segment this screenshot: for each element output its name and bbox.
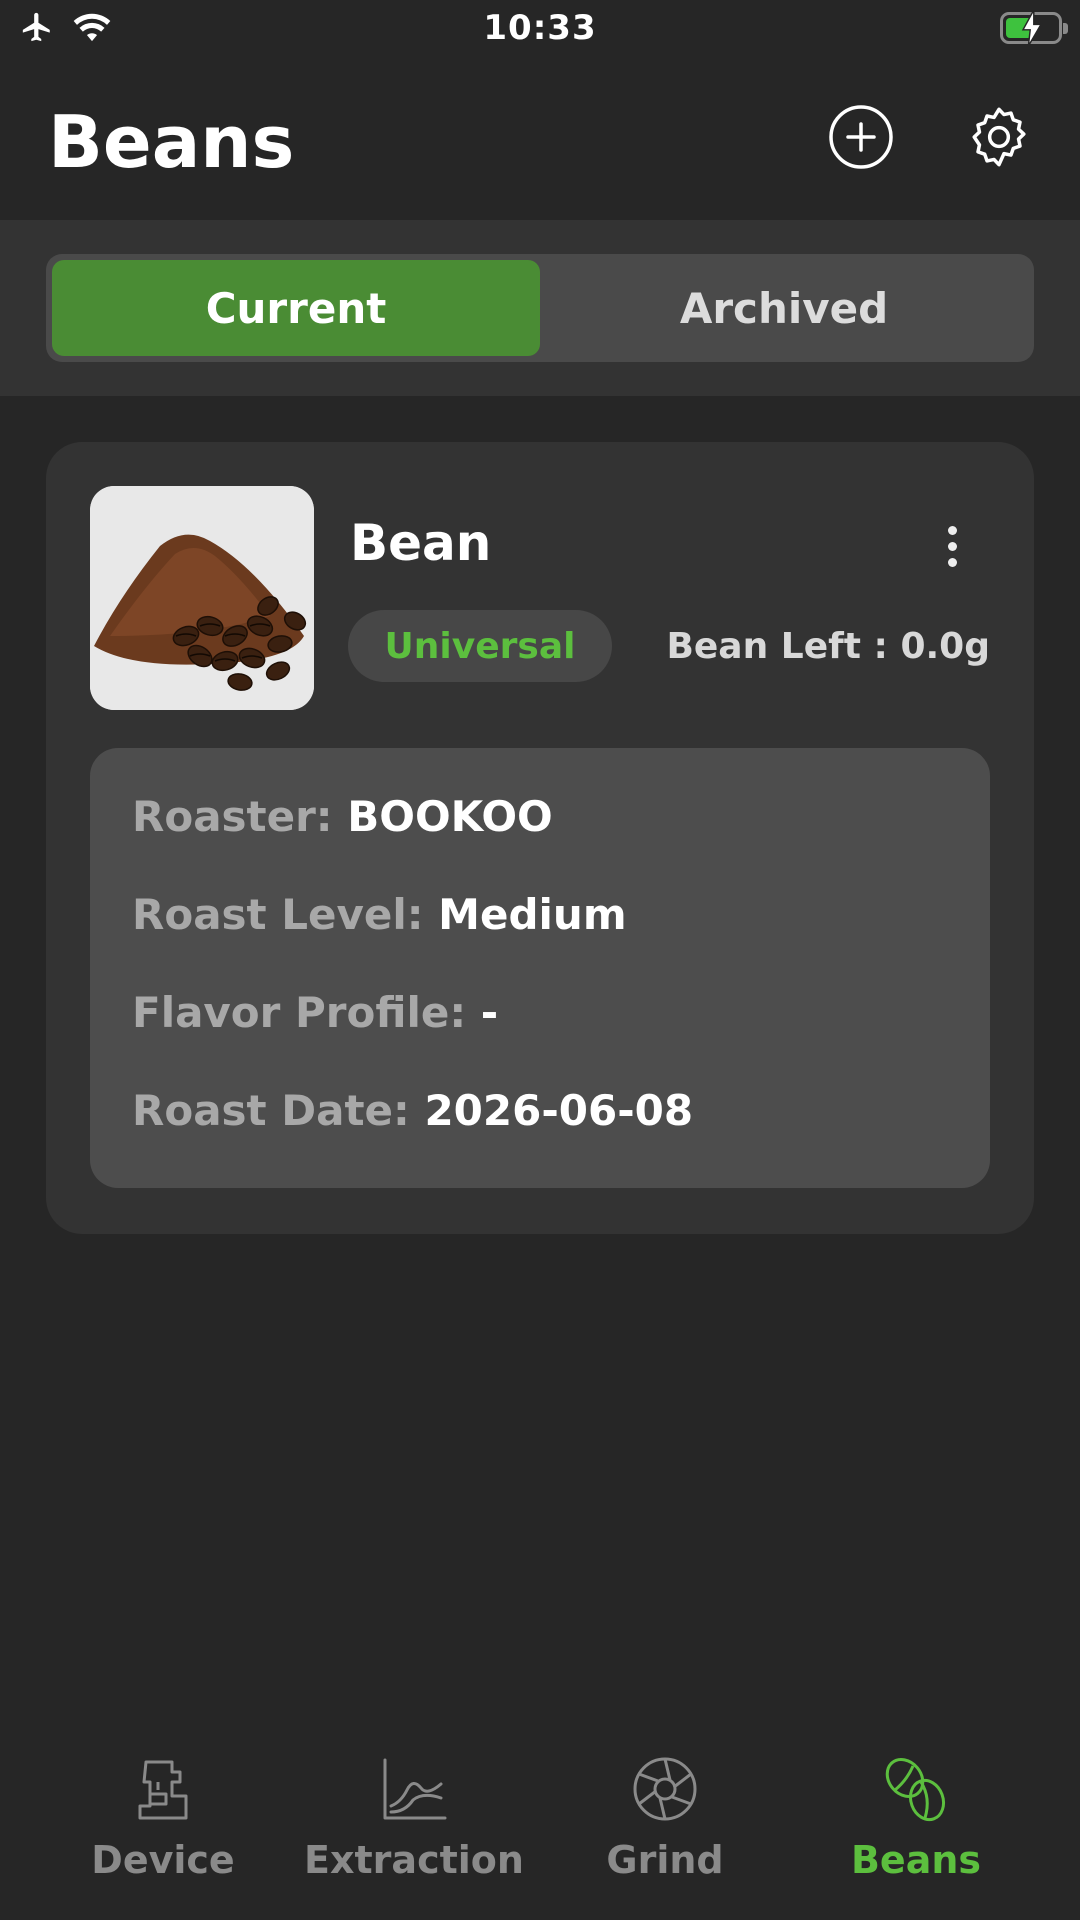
nav-label: Beans <box>850 1838 982 1882</box>
detail-value: BOOKOO <box>347 792 553 841</box>
aperture-icon <box>633 1757 697 1821</box>
tab-current[interactable]: Current <box>52 260 540 356</box>
bean-name: Bean <box>350 514 492 572</box>
bean-card[interactable]: Bean Universal Bean Left : 0.0g Roaster:… <box>46 442 1034 1234</box>
detail-row-flavor-profile: Flavor Profile: - <box>132 988 498 1037</box>
nav-label: Device <box>91 1838 235 1882</box>
detail-row-roaster: Roaster: BOOKOO <box>132 792 553 841</box>
tab-archived[interactable]: Archived <box>540 260 1028 356</box>
detail-key: Flavor Profile: <box>132 988 467 1037</box>
coffee-beans-icon <box>885 1758 946 1822</box>
bean-details-panel: Roaster: BOOKOO Roast Level: Medium Flav… <box>90 748 990 1188</box>
segment-bar: Current Archived <box>0 220 1080 396</box>
status-bar: 10:33 <box>0 0 1080 60</box>
nav-label: Extraction <box>304 1838 524 1882</box>
battery-charging-icon <box>1000 10 1068 46</box>
settings-button[interactable] <box>964 102 1034 172</box>
beans-screen: 10:33 Beans Current Archived Bean Univer… <box>0 0 1080 1920</box>
page-title: Beans <box>48 100 295 184</box>
detail-row-roast-level: Roast Level: Medium <box>132 890 627 939</box>
detail-value: - <box>480 988 499 1037</box>
espresso-machine-icon <box>138 1760 188 1820</box>
detail-key: Roast Date: <box>132 1086 410 1135</box>
more-options-icon[interactable] <box>942 526 962 570</box>
bean-left-text: Bean Left : 0.0g <box>666 626 990 667</box>
nav-item-extraction[interactable]: Extraction <box>284 1754 544 1882</box>
detail-key: Roaster: <box>132 792 333 841</box>
detail-key: Roast Level: <box>132 890 424 939</box>
bottom-nav: Device Extraction Grind Beans <box>0 1706 1080 1920</box>
bean-type-badge: Universal <box>348 610 612 682</box>
add-bean-button[interactable] <box>826 102 896 172</box>
detail-row-roast-date: Roast Date: 2026-06-08 <box>132 1086 693 1135</box>
chart-icon <box>383 1758 447 1820</box>
nav-item-beans[interactable]: Beans <box>786 1754 1046 1882</box>
header: Beans <box>0 60 1080 220</box>
gear-icon <box>972 107 1026 167</box>
plus-circle-icon <box>829 105 893 169</box>
bean-image <box>90 486 314 710</box>
detail-value: 2026-06-08 <box>424 1086 694 1135</box>
nav-item-grind[interactable]: Grind <box>535 1754 795 1882</box>
nav-label: Grind <box>606 1838 724 1882</box>
detail-value: Medium <box>438 890 627 939</box>
status-time: 10:33 <box>483 8 597 48</box>
segmented-control: Current Archived <box>46 254 1034 362</box>
nav-item-device[interactable]: Device <box>33 1754 293 1882</box>
